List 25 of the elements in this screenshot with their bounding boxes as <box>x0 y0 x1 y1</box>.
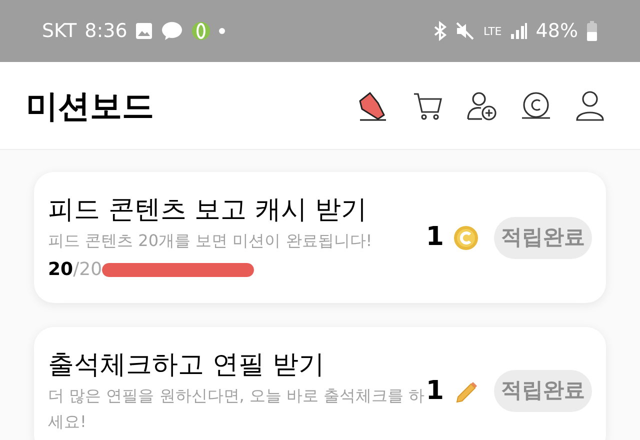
coin-icon <box>452 224 480 252</box>
network-type: LTE <box>483 26 502 36</box>
reward-amount: 1 <box>426 374 444 408</box>
carrier: SKT <box>42 18 77 44</box>
mission-title: 출석체크하고 연필 받기 <box>48 349 326 382</box>
progress-total: /20 <box>73 258 102 282</box>
mute-icon <box>455 21 476 41</box>
dot-icon <box>219 28 226 34</box>
progress-done: 20 <box>48 258 74 282</box>
add-user-icon[interactable] <box>466 90 498 122</box>
chat-bubble-icon <box>161 21 184 41</box>
mission-description: 피드 콘텐츠 20개를 보면 미션이 완료됩니다! <box>48 230 374 252</box>
battery-percent: 48% <box>536 18 578 44</box>
battery-icon <box>586 20 598 42</box>
mission-title: 피드 콘텐츠 보고 캐시 받기 <box>48 194 368 227</box>
signal-icon <box>510 22 528 40</box>
app-icon <box>191 21 212 41</box>
image-icon <box>135 22 154 40</box>
clock: 8:36 <box>84 18 128 44</box>
page-title: 미션보드 <box>26 86 155 126</box>
user-icon[interactable] <box>574 90 606 122</box>
bluetooth-icon <box>433 21 448 41</box>
coin-outline-icon[interactable] <box>520 90 552 122</box>
mission-description: 더 많은 연필을 원하신다면, 오늘 바로 출석체크를 하세요! <box>48 385 426 433</box>
reward-amount: 1 <box>426 221 444 254</box>
